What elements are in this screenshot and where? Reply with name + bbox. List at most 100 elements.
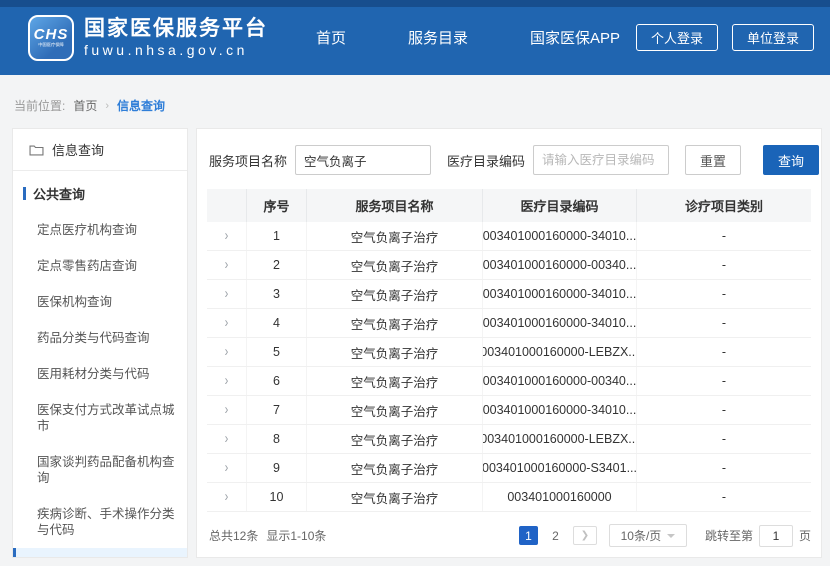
sidebar-menu: 定点医疗机构查询 定点零售药店查询 医保机构查询 药品分类与代码查询 医用耗材分… xyxy=(13,212,187,558)
row-no: 1 xyxy=(247,222,307,250)
row-catalog-code: 003401000160000-34010... xyxy=(483,396,637,424)
catalog-code-input[interactable] xyxy=(533,145,669,175)
range-text: 显示1-10条 xyxy=(266,527,326,544)
query-button[interactable]: 查询 xyxy=(763,145,819,175)
sidebar-menu-item[interactable]: 国家谈判药品配备机构查询 xyxy=(13,444,187,496)
site-domain: fuwu.nhsa.gov.cn xyxy=(84,41,268,59)
sidebar-menu-item[interactable]: 疾病诊断、手术操作分类与代码 xyxy=(13,496,187,548)
catalog-code-label: 医疗目录编码 xyxy=(447,151,525,170)
row-catalog-code: 003401000160000-34010... xyxy=(483,309,637,337)
sidebar-menu-item[interactable]: 定点零售药店查询 xyxy=(13,248,187,284)
row-category: - xyxy=(637,222,811,250)
sidebar-menu-item-label: 医用耗材分类与代码 xyxy=(37,367,150,381)
expand-row-icon[interactable]: › xyxy=(225,460,229,476)
sidebar-menu-item[interactable]: 定点医疗机构查询 xyxy=(13,212,187,248)
expand-row-icon[interactable]: › xyxy=(225,431,229,447)
page-numbers: 12 xyxy=(519,526,565,545)
sidebar-menu-item-label: 药品分类与代码查询 xyxy=(37,331,150,345)
sidebar-menu-item[interactable]: 医保支付方式改革试点城市 xyxy=(13,392,187,444)
row-catalog-code: 003401000160000-S3401... xyxy=(483,454,637,482)
sidebar-menu-item-label: 医保支付方式改革试点城市 xyxy=(37,403,175,433)
table-body: › 1 空气负离子治疗 003401000160000-34010... - ›… xyxy=(207,222,811,512)
login-button[interactable]: 单位登录 xyxy=(732,24,814,51)
sidebar-section-label: 公共查询 xyxy=(33,184,85,203)
row-service-name: 空气负离子治疗 xyxy=(307,309,483,337)
logo-badge-subtext: 中国医疗保障 xyxy=(38,42,64,48)
table-row: › 8 空气负离子治疗 003401000160000-LEBZX... - xyxy=(207,425,811,454)
service-name-input[interactable] xyxy=(295,145,431,175)
breadcrumb-prefix: 当前位置: xyxy=(14,97,65,114)
sidebar-menu-item-label: 医保机构查询 xyxy=(37,295,112,309)
sidebar-menu-item[interactable]: 医疗服务项目分类与代码 xyxy=(13,548,187,558)
expand-row-icon[interactable]: › xyxy=(225,315,229,331)
row-service-name: 空气负离子治疗 xyxy=(307,396,483,424)
col-header-name: 服务项目名称 xyxy=(307,189,483,222)
expand-row-icon[interactable]: › xyxy=(225,489,229,505)
top-header: CHS 中国医疗保障 国家医保服务平台 fuwu.nhsa.gov.cn 首页 服… xyxy=(0,0,830,75)
total-count-text: 总共12条 xyxy=(209,527,258,544)
section-marker-icon xyxy=(23,187,26,200)
row-category: - xyxy=(637,396,811,424)
sidebar-menu-item-label: 定点零售药店查询 xyxy=(37,259,137,273)
jump-suffix-label: 页 xyxy=(799,527,811,544)
reset-button[interactable]: 重置 xyxy=(685,145,741,175)
breadcrumb-home-link[interactable]: 首页 xyxy=(73,97,97,114)
sidebar-menu-item[interactable]: 医用耗材分类与代码 xyxy=(13,356,187,392)
sidebar: 信息查询 公共查询 定点医疗机构查询 定点零售药店查询 医保机构查询 xyxy=(12,128,188,558)
table-row: › 1 空气负离子治疗 003401000160000-34010... - xyxy=(207,222,811,251)
sidebar-menu-item[interactable]: 医保机构查询 xyxy=(13,284,187,320)
page-number-button[interactable]: 2 xyxy=(546,526,565,545)
row-service-name: 空气负离子治疗 xyxy=(307,454,483,482)
page-number-button[interactable]: 1 xyxy=(519,526,538,545)
row-no: 2 xyxy=(247,251,307,279)
row-category: - xyxy=(637,280,811,308)
nav-item[interactable]: 首页 xyxy=(316,27,346,48)
row-no: 9 xyxy=(247,454,307,482)
sidebar-menu-item-label: 疾病诊断、手术操作分类与代码 xyxy=(37,507,175,537)
col-header-no: 序号 xyxy=(247,189,307,222)
page-size-select[interactable]: 10条/页 xyxy=(609,524,687,547)
folder-icon xyxy=(29,144,44,156)
row-no: 8 xyxy=(247,425,307,453)
expand-row-icon[interactable]: › xyxy=(225,228,229,244)
expand-row-icon[interactable]: › xyxy=(225,373,229,389)
expand-row-icon[interactable]: › xyxy=(225,286,229,302)
row-catalog-code: 003401000160000 xyxy=(483,483,637,511)
breadcrumb-current-link[interactable]: 信息查询 xyxy=(117,97,165,114)
expand-row-icon[interactable]: › xyxy=(225,344,229,360)
table-row: › 4 空气负离子治疗 003401000160000-34010... - xyxy=(207,309,811,338)
sidebar-title: 信息查询 xyxy=(13,129,187,171)
results-table: 序号 服务项目名称 医疗目录编码 诊疗项目类别 › 1 空气负离子治疗 0034… xyxy=(207,189,811,512)
table-row: › 3 空气负离子治疗 003401000160000-34010... - xyxy=(207,280,811,309)
page-size-value: 10条/页 xyxy=(621,527,662,544)
row-category: - xyxy=(637,425,811,453)
row-catalog-code: 003401000160000-00340... xyxy=(483,367,637,395)
sidebar-menu-item[interactable]: 药品分类与代码查询 xyxy=(13,320,187,356)
jump-page-input[interactable] xyxy=(759,525,793,547)
row-no: 5 xyxy=(247,338,307,366)
row-category: - xyxy=(637,483,811,511)
row-category: - xyxy=(637,251,811,279)
row-category: - xyxy=(637,454,811,482)
table-row: › 5 空气负离子治疗 003401000160000-LEBZX... - xyxy=(207,338,811,367)
row-category: - xyxy=(637,338,811,366)
expand-row-icon[interactable]: › xyxy=(225,257,229,273)
row-category: - xyxy=(637,309,811,337)
search-form: 服务项目名称 医疗目录编码 重置 查询 xyxy=(197,129,821,189)
row-no: 6 xyxy=(247,367,307,395)
nav-item[interactable]: 国家医保APP xyxy=(530,27,620,48)
pagination: 12 ❯ 10条/页 跳转至第 页 xyxy=(519,524,811,547)
row-catalog-code: 003401000160000-00340... xyxy=(483,251,637,279)
row-category: - xyxy=(637,367,811,395)
next-page-button[interactable]: ❯ xyxy=(573,526,597,545)
table-row: › 6 空气负离子治疗 003401000160000-00340... - xyxy=(207,367,811,396)
site-logo[interactable]: CHS 中国医疗保障 国家医保服务平台 fuwu.nhsa.gov.cn xyxy=(28,15,268,61)
row-catalog-code: 003401000160000-LEBZX... xyxy=(483,338,637,366)
nav-item[interactable]: 服务目录 xyxy=(408,27,468,48)
table-row: › 10 空气负离子治疗 003401000160000 - xyxy=(207,483,811,512)
logo-badge-text: CHS xyxy=(34,27,69,42)
login-button[interactable]: 个人登录 xyxy=(636,24,718,51)
row-no: 4 xyxy=(247,309,307,337)
expand-row-icon[interactable]: › xyxy=(225,402,229,418)
site-title: 国家医保服务平台 xyxy=(84,17,268,41)
